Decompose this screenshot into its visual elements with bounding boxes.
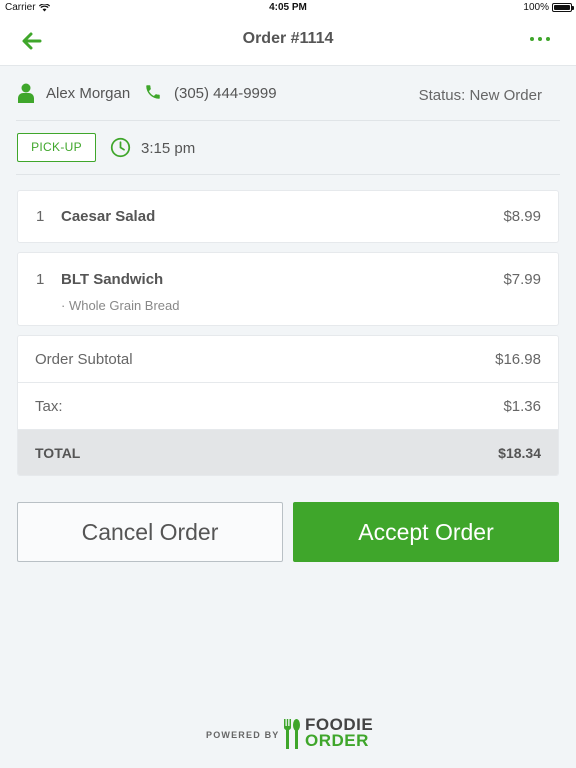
subtotal-value: $16.98 (495, 351, 541, 368)
pickup-time: 3:15 pm (141, 140, 196, 157)
more-dots-icon (530, 37, 534, 41)
battery-indicator: 100% (523, 2, 574, 13)
subtotal-label: Order Subtotal (35, 351, 133, 368)
order-status: Status: New Order (418, 87, 542, 104)
status-bar: Carrier 4:05 PM 100% (0, 0, 576, 16)
total-label: TOTAL (35, 445, 81, 461)
item-name: Caesar Salad (61, 208, 156, 225)
more-dots-icon (546, 37, 550, 41)
page-title: Order #1114 (242, 30, 334, 47)
total-row: TOTAL $18.34 (18, 430, 558, 475)
customer-info: Alex Morgan (305) 444-9999 Status: New O… (16, 78, 560, 110)
item-price: $7.99 (503, 271, 541, 288)
person-icon (18, 83, 34, 103)
divider (16, 120, 560, 121)
tax-label: Tax: (35, 398, 63, 415)
cancel-order-button[interactable]: Cancel Order (17, 502, 283, 562)
phone-icon[interactable] (144, 83, 162, 101)
order-item: 1 Caesar Salad $8.99 (17, 190, 559, 243)
more-dots-icon (538, 37, 542, 41)
tax-row: Tax: $1.36 (18, 383, 558, 430)
clock-icon (110, 137, 131, 158)
battery-percent: 100% (523, 2, 549, 13)
customer-name: Alex Morgan (46, 85, 131, 102)
brand-name-bottom: ORDER (305, 731, 369, 750)
total-value: $18.34 (498, 445, 541, 461)
item-name: BLT Sandwich (61, 271, 164, 288)
order-type-badge: PICK-UP (17, 133, 96, 162)
item-quantity: 1 (36, 208, 45, 225)
more-options-button[interactable] (530, 37, 550, 41)
divider (16, 174, 560, 175)
powered-by-label: POWERED BY (206, 730, 280, 740)
order-item: 1 BLT Sandwich $7.99 · Whole Grain Bread (17, 252, 559, 326)
tax-value: $1.36 (503, 398, 541, 415)
clock-time: 4:05 PM (269, 2, 307, 13)
item-modifier: · Whole Grain Bread (61, 298, 180, 313)
battery-icon (552, 3, 574, 12)
order-totals: Order Subtotal $16.98 Tax: $1.36 TOTAL $… (17, 335, 559, 476)
customer-phone[interactable]: (305) 444-9999 (174, 85, 277, 102)
footer-branding: POWERED BY FOODIE ORDER (0, 716, 576, 752)
accept-order-button[interactable]: Accept Order (293, 502, 559, 562)
fork-spoon-icon (283, 719, 300, 749)
subtotal-row: Order Subtotal $16.98 (18, 336, 558, 383)
nav-bar: Order #1114 (0, 16, 576, 66)
item-price: $8.99 (503, 208, 541, 225)
pickup-info: PICK-UP 3:15 pm (16, 132, 560, 164)
item-quantity: 1 (36, 271, 45, 288)
